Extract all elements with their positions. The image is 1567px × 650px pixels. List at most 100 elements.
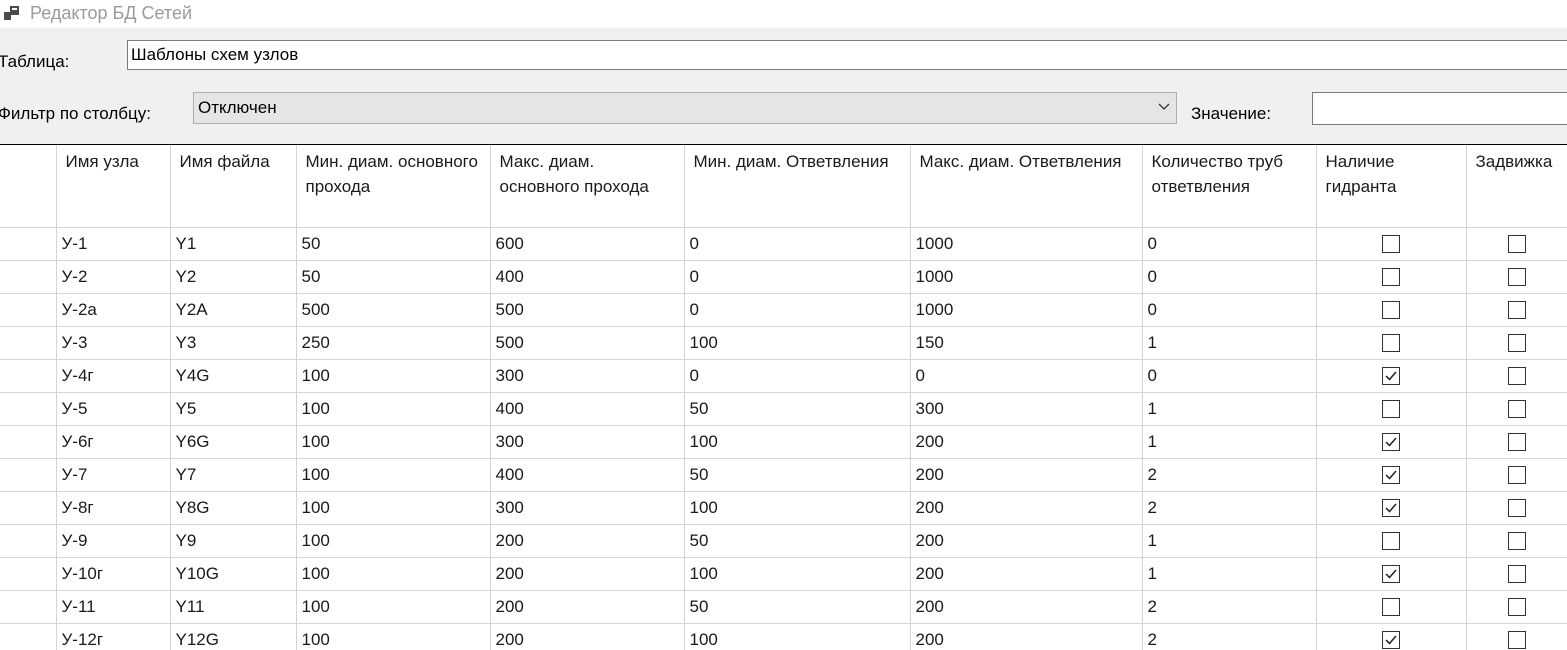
hydrant-checkbox[interactable]	[1382, 631, 1400, 650]
row-header[interactable]	[0, 524, 57, 558]
row-header[interactable]	[0, 326, 57, 360]
column-header-max-branch-diameter[interactable]: Макс. диам. Ответвления	[910, 145, 1143, 228]
valve-checkbox[interactable]	[1507, 367, 1526, 386]
cell-max-branch-diameter[interactable]: 150	[910, 326, 1143, 360]
table-row[interactable]: У-3 Y3 250 500 100 150 1	[0, 326, 1567, 360]
cell-branch-pipe-count[interactable]: 1	[1142, 326, 1317, 360]
cell-branch-pipe-count[interactable]: 2	[1142, 623, 1317, 650]
cell-file-name[interactable]: Y2A	[170, 293, 297, 327]
table-row[interactable]: У-5 Y5 100 400 50 300 1	[0, 392, 1567, 426]
cell-max-branch-diameter[interactable]: 1000	[910, 293, 1143, 327]
row-header[interactable]	[0, 590, 57, 624]
cell-node-name[interactable]: У-4г	[56, 359, 171, 393]
column-header-node-name[interactable]: Имя узла	[56, 145, 171, 228]
cell-branch-pipe-count[interactable]: 1	[1142, 392, 1317, 426]
cell-node-name[interactable]: У-1	[56, 227, 171, 261]
cell-max-main-diameter[interactable]: 400	[490, 458, 685, 492]
row-header[interactable]	[0, 260, 57, 294]
hydrant-checkbox[interactable]	[1382, 334, 1400, 353]
cell-file-name[interactable]: Y9	[170, 524, 297, 558]
cell-min-main-diameter[interactable]: 100	[296, 359, 491, 393]
column-header-min-main-diameter[interactable]: Мин. диам. основного прохода	[296, 145, 491, 228]
cell-min-branch-diameter[interactable]: 0	[684, 227, 911, 261]
hydrant-checkbox[interactable]	[1382, 433, 1400, 452]
cell-min-main-diameter[interactable]: 100	[296, 524, 491, 558]
cell-branch-pipe-count[interactable]: 1	[1142, 425, 1317, 459]
cell-max-main-diameter[interactable]: 400	[490, 260, 685, 294]
table-row[interactable]: У-2 Y2 50 400 0 1000 0	[0, 260, 1567, 294]
cell-node-name[interactable]: У-12г	[56, 623, 171, 650]
cell-min-branch-diameter[interactable]: 50	[684, 458, 911, 492]
cell-max-main-diameter[interactable]: 200	[490, 524, 685, 558]
cell-node-name[interactable]: У-5	[56, 392, 171, 426]
valve-checkbox[interactable]	[1507, 334, 1526, 353]
cell-max-main-diameter[interactable]: 300	[490, 359, 685, 393]
valve-checkbox[interactable]	[1507, 400, 1526, 419]
hydrant-checkbox[interactable]	[1382, 301, 1400, 320]
valve-checkbox[interactable]	[1507, 565, 1526, 584]
row-header[interactable]	[0, 359, 57, 393]
cell-min-main-diameter[interactable]: 100	[296, 590, 491, 624]
cell-min-branch-diameter[interactable]: 0	[684, 260, 911, 294]
valve-checkbox[interactable]	[1507, 433, 1526, 452]
column-header-file-name[interactable]: Имя файла	[170, 145, 297, 228]
cell-node-name[interactable]: У-11	[56, 590, 171, 624]
cell-max-main-diameter[interactable]: 200	[490, 590, 685, 624]
valve-checkbox[interactable]	[1507, 268, 1526, 287]
cell-node-name[interactable]: У-9	[56, 524, 171, 558]
cell-min-main-diameter[interactable]: 500	[296, 293, 491, 327]
cell-branch-pipe-count[interactable]: 0	[1142, 260, 1317, 294]
cell-max-main-diameter[interactable]: 200	[490, 623, 685, 650]
cell-min-main-diameter[interactable]: 100	[296, 623, 491, 650]
cell-max-main-diameter[interactable]: 600	[490, 227, 685, 261]
filter-column-dropdown[interactable]: Отключен	[193, 92, 1177, 124]
cell-min-main-diameter[interactable]: 100	[296, 491, 491, 525]
cell-file-name[interactable]: Y6G	[170, 425, 297, 459]
cell-file-name[interactable]: Y3	[170, 326, 297, 360]
cell-max-main-diameter[interactable]: 500	[490, 326, 685, 360]
cell-node-name[interactable]: У-7	[56, 458, 171, 492]
cell-min-branch-diameter[interactable]: 0	[684, 293, 911, 327]
column-header-max-main-diameter[interactable]: Макс. диам. основного прохода	[490, 145, 685, 228]
cell-max-branch-diameter[interactable]: 0	[910, 359, 1143, 393]
valve-checkbox[interactable]	[1507, 532, 1526, 551]
cell-max-main-diameter[interactable]: 300	[490, 491, 685, 525]
cell-min-branch-diameter[interactable]: 50	[684, 392, 911, 426]
valve-checkbox[interactable]	[1507, 301, 1526, 320]
hydrant-checkbox[interactable]	[1382, 532, 1400, 551]
valve-checkbox[interactable]	[1507, 631, 1526, 650]
cell-branch-pipe-count[interactable]: 1	[1142, 557, 1317, 591]
cell-file-name[interactable]: Y10G	[170, 557, 297, 591]
cell-min-main-diameter[interactable]: 100	[296, 557, 491, 591]
column-header-min-branch-diameter[interactable]: Мин. диам. Ответвления	[684, 145, 911, 228]
cell-min-branch-diameter[interactable]: 100	[684, 491, 911, 525]
cell-min-branch-diameter[interactable]: 100	[684, 326, 911, 360]
cell-node-name[interactable]: У-6г	[56, 425, 171, 459]
cell-node-name[interactable]: У-8г	[56, 491, 171, 525]
cell-max-branch-diameter[interactable]: 200	[910, 623, 1143, 650]
cell-min-branch-diameter[interactable]: 100	[684, 623, 911, 650]
cell-file-name[interactable]: Y7	[170, 458, 297, 492]
cell-min-main-diameter[interactable]: 50	[296, 227, 491, 261]
cell-min-branch-diameter[interactable]: 100	[684, 557, 911, 591]
row-header[interactable]	[0, 227, 57, 261]
hydrant-checkbox[interactable]	[1382, 268, 1400, 287]
table-row[interactable]: У-7 Y7 100 400 50 200 2	[0, 458, 1567, 492]
cell-max-branch-diameter[interactable]: 1000	[910, 227, 1143, 261]
cell-max-main-diameter[interactable]: 400	[490, 392, 685, 426]
cell-max-main-diameter[interactable]: 200	[490, 557, 685, 591]
table-row[interactable]: У-1 Y1 50 600 0 1000 0	[0, 227, 1567, 261]
column-header-hydrant[interactable]: Наличие гидранта	[1316, 145, 1467, 228]
cell-node-name[interactable]: У-2а	[56, 293, 171, 327]
row-header[interactable]	[0, 557, 57, 591]
cell-file-name[interactable]: Y4G	[170, 359, 297, 393]
hydrant-checkbox[interactable]	[1382, 499, 1400, 518]
cell-max-branch-diameter[interactable]: 200	[910, 590, 1143, 624]
valve-checkbox[interactable]	[1507, 598, 1526, 617]
cell-branch-pipe-count[interactable]: 2	[1142, 458, 1317, 492]
cell-max-branch-diameter[interactable]: 200	[910, 491, 1143, 525]
cell-branch-pipe-count[interactable]: 2	[1142, 491, 1317, 525]
hydrant-checkbox[interactable]	[1382, 466, 1400, 485]
cell-file-name[interactable]: Y5	[170, 392, 297, 426]
cell-branch-pipe-count[interactable]: 0	[1142, 359, 1317, 393]
